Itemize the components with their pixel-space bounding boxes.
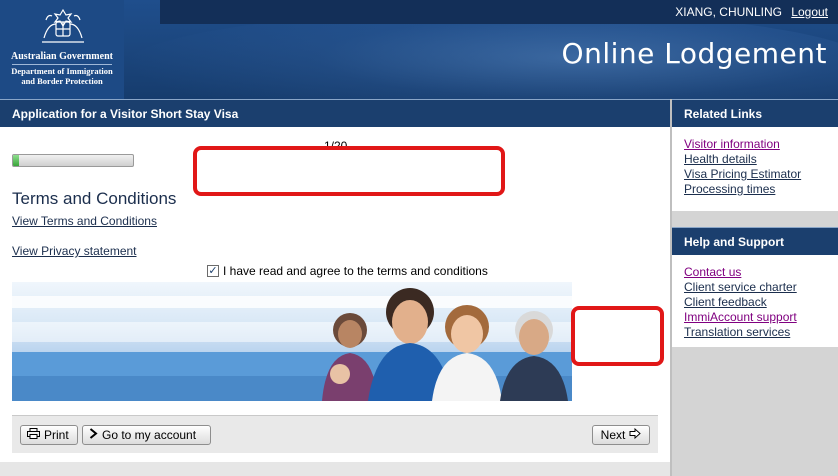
go-to-account-button[interactable]: Go to my account bbox=[82, 425, 211, 445]
related-link-health-details[interactable]: Health details bbox=[684, 152, 838, 167]
department-name-line2: and Border Protection bbox=[21, 75, 103, 86]
next-button-highlight-box bbox=[571, 306, 664, 366]
arrow-right-icon bbox=[629, 427, 642, 442]
footer-strip bbox=[0, 462, 670, 476]
checkmark-icon: ✓ bbox=[208, 265, 218, 277]
related-links-list: Visitor information Health details Visa … bbox=[672, 127, 838, 205]
terms-agreement[interactable]: ✓ I have read and agree to the terms and… bbox=[207, 264, 488, 278]
related-link-processing-times[interactable]: Processing times bbox=[684, 182, 838, 197]
logo-divider bbox=[12, 64, 112, 65]
agreement-highlight-box bbox=[193, 146, 505, 196]
help-link-client-service-charter[interactable]: Client service charter bbox=[684, 280, 838, 295]
agree-label: I have read and agree to the terms and c… bbox=[223, 264, 488, 278]
sidebar: Related Links Visitor information Health… bbox=[670, 99, 838, 476]
user-name: XIANG, CHUNLING bbox=[675, 5, 782, 19]
related-link-visitor-information[interactable]: Visitor information bbox=[684, 137, 838, 152]
government-name: Australian Government bbox=[11, 51, 113, 62]
related-links-title: Related Links bbox=[672, 99, 838, 127]
site-header: Australian Government Department of Immi… bbox=[0, 0, 838, 99]
help-link-translation-services[interactable]: Translation services bbox=[684, 325, 838, 340]
page-title: Terms and Conditions bbox=[12, 189, 177, 208]
next-button-label: Next bbox=[600, 428, 626, 442]
chevron-right-icon bbox=[89, 428, 98, 442]
logout-link[interactable]: Logout bbox=[791, 5, 828, 19]
coat-of-arms-icon bbox=[42, 8, 84, 43]
help-link-contact-us[interactable]: Contact us bbox=[684, 265, 838, 280]
department-name: Department of Immigration and Border Pro… bbox=[0, 66, 124, 86]
view-terms-link[interactable]: View Terms and Conditions bbox=[12, 214, 157, 228]
site-title: Online Lodgement bbox=[561, 37, 827, 70]
department-name-line1: Department of Immigration bbox=[11, 66, 113, 76]
related-link-visa-pricing-estimator[interactable]: Visa Pricing Estimator bbox=[684, 167, 838, 182]
family-photo-icon bbox=[322, 288, 568, 401]
printer-icon bbox=[27, 428, 40, 442]
print-button-label: Print bbox=[44, 428, 69, 442]
user-area: XIANG, CHUNLING Logout bbox=[675, 5, 828, 19]
help-support-panel: Help and Support Contact us Client servi… bbox=[672, 227, 838, 347]
view-privacy-link[interactable]: View Privacy statement bbox=[12, 244, 137, 258]
help-link-client-feedback[interactable]: Client feedback bbox=[684, 295, 838, 310]
go-to-account-label: Go to my account bbox=[102, 428, 197, 442]
help-support-title: Help and Support bbox=[672, 227, 838, 255]
progress-bar bbox=[12, 154, 134, 167]
agree-checkbox[interactable]: ✓ bbox=[207, 265, 219, 277]
help-link-immiaccount-support[interactable]: ImmiAccount support bbox=[684, 310, 838, 325]
government-logo: Australian Government Department of Immi… bbox=[0, 0, 124, 99]
related-links-panel: Related Links Visitor information Health… bbox=[672, 99, 838, 211]
print-button[interactable]: Print bbox=[20, 425, 78, 445]
next-button[interactable]: Next bbox=[592, 425, 650, 445]
application-title-bar: Application for a Visitor Short Stay Vis… bbox=[0, 99, 670, 127]
family-banner-image bbox=[12, 282, 572, 401]
action-button-bar: Print Go to my account Next bbox=[12, 415, 658, 453]
help-links-list: Contact us Client service charter Client… bbox=[672, 255, 838, 348]
progress-bar-fill bbox=[13, 155, 19, 166]
